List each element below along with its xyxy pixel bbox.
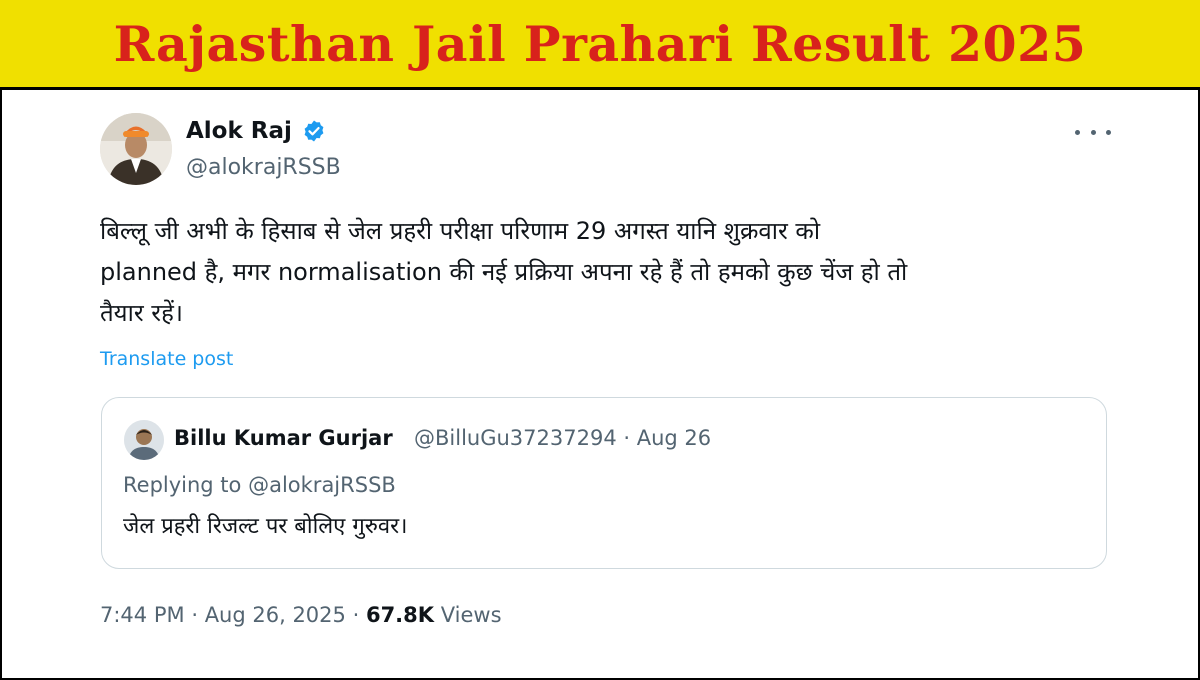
views-label: Views (440, 603, 502, 627)
author-avatar[interactable] (100, 113, 172, 185)
post-time[interactable]: 7:44 PM (100, 603, 185, 627)
banner-title: Rajasthan Jail Prahari Result 2025 (113, 14, 1087, 73)
views-count: 67.8K (365, 603, 435, 627)
quoted-author-handle-date[interactable]: @BilluGu37237294 · Aug 26 (414, 426, 711, 450)
replying-handle[interactable]: @alokrajRSSB (248, 473, 396, 497)
post-text-line: बिल्लू जी अभी के हिसाब से जेल प्रहरी परी… (100, 217, 821, 245)
post-text: बिल्लू जी अभी के हिसाब से जेल प्रहरी परी… (100, 211, 1110, 334)
page-frame (0, 0, 1200, 680)
quoted-post[interactable]: Billu Kumar Gurjar @BilluGu37237294 · Au… (101, 397, 1107, 569)
post-date[interactable]: Aug 26, 2025 (205, 603, 346, 627)
post-text-line: planned है, मगर normalisation की नई प्रक… (100, 258, 908, 286)
replying-to: Replying to @alokrajRSSB (123, 473, 396, 497)
translate-post-link[interactable]: Translate post (100, 348, 233, 370)
quoted-author-name[interactable]: Billu Kumar Gurjar (174, 426, 393, 450)
quoted-post-text: जेल प्रहरी रिजल्ट पर बोलिए गुरुवर। (123, 514, 408, 539)
replying-prefix: Replying to (123, 473, 242, 497)
separator: · (191, 603, 198, 627)
verified-badge-icon (304, 120, 324, 142)
author-handle[interactable]: @alokrajRSSB (186, 155, 341, 180)
quoted-author-avatar[interactable] (124, 420, 164, 460)
post-text-line: तैयार रहें। (100, 299, 183, 327)
post-metadata: 7:44 PM · Aug 26, 2025 · 67.8K Views (100, 603, 502, 627)
title-banner: Rajasthan Jail Prahari Result 2025 (0, 0, 1200, 90)
author-name[interactable]: Alok Raj (186, 118, 292, 144)
separator: · (352, 603, 360, 627)
more-options-icon[interactable] (1075, 122, 1111, 142)
